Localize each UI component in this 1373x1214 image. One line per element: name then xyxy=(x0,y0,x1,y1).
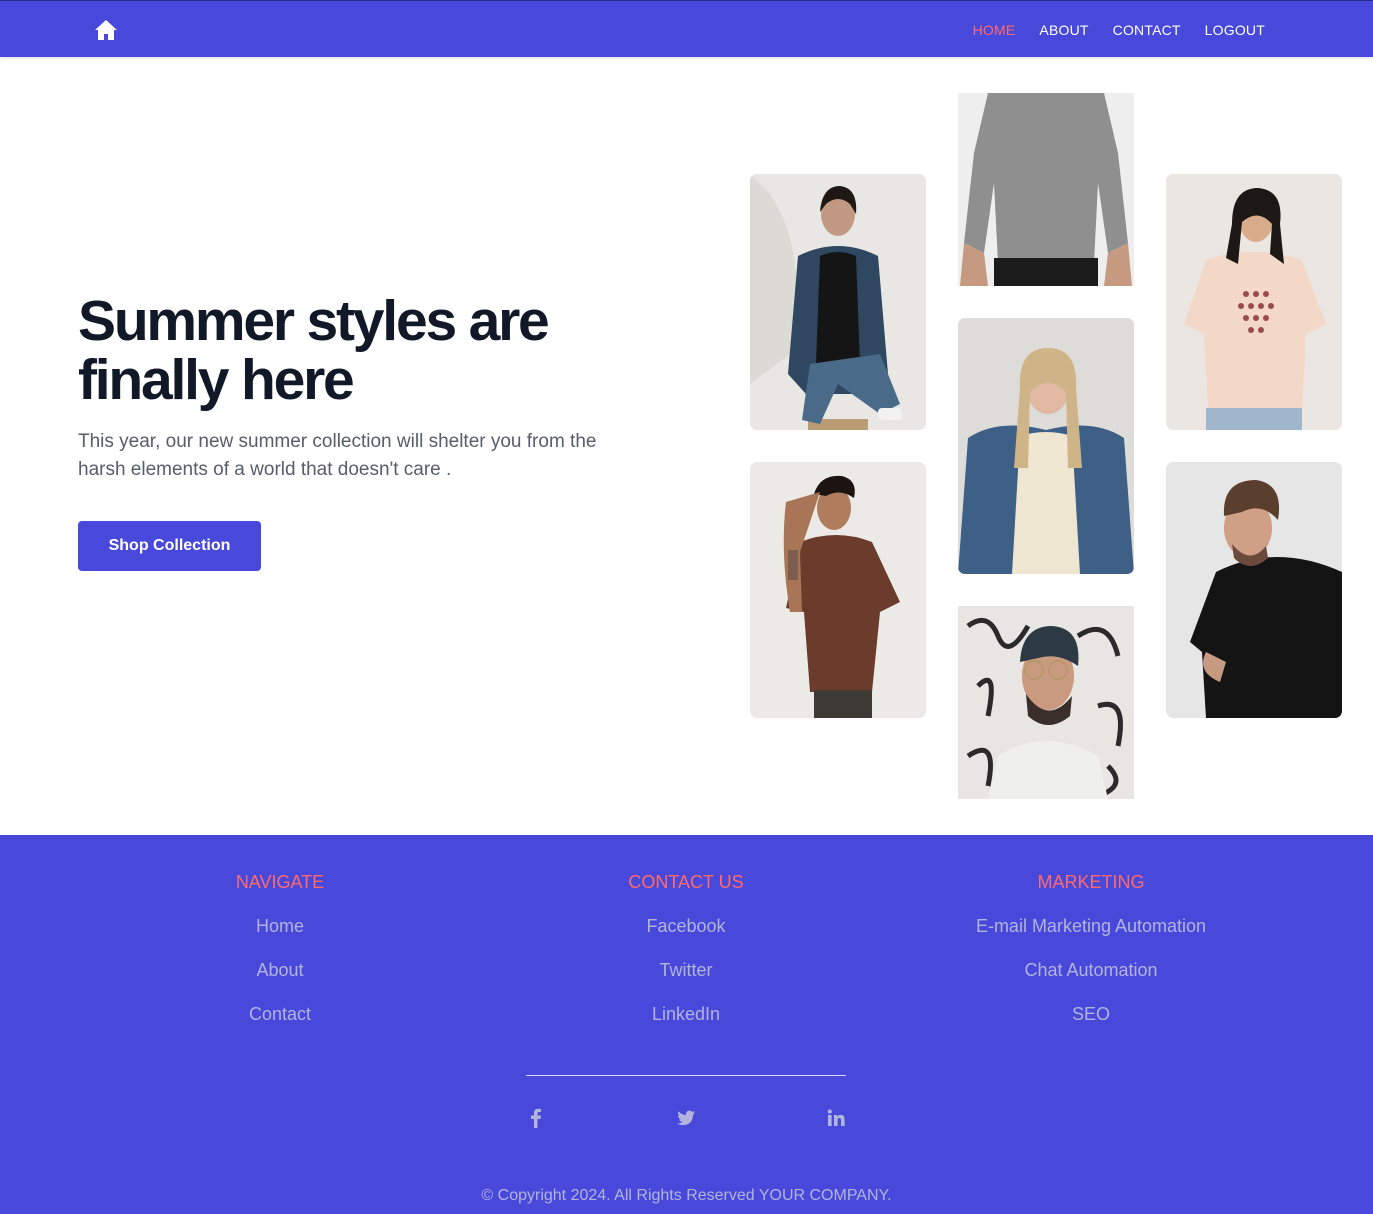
hero-title: Summer styles are finally here xyxy=(78,289,550,412)
footer-link-chat-automation[interactable]: Chat Automation xyxy=(891,960,1291,981)
man-beanie-glasses-photo xyxy=(958,606,1134,799)
man-black-tshirt-photo xyxy=(1166,462,1342,718)
footer-link-contact[interactable]: Contact xyxy=(80,1004,480,1025)
footer-column-title: MARKETING xyxy=(1037,872,1145,892)
blonde-woman-denim-photo xyxy=(958,318,1134,574)
footer-link-email-marketing[interactable]: E-mail Marketing Automation xyxy=(891,916,1291,937)
footer-column-title: NAVIGATE xyxy=(235,872,325,892)
footer-link-about[interactable]: About xyxy=(80,960,480,981)
woman-pink-tshirt-photo xyxy=(1166,174,1342,430)
grey-tshirt-photo xyxy=(958,93,1134,286)
footer-link-seo[interactable]: SEO xyxy=(891,1004,1291,1025)
copyright-text: © Copyright 2024. All Rights Reserved YO… xyxy=(481,1187,892,1204)
footer-divider xyxy=(526,1075,846,1076)
man-brown-tshirt-photo xyxy=(750,462,926,718)
footer-link-facebook[interactable]: Facebook xyxy=(486,916,886,937)
footer-link-linkedin[interactable]: LinkedIn xyxy=(486,1004,886,1025)
footer-link-home[interactable]: Home xyxy=(80,916,480,937)
woman-denim-jacket-photo xyxy=(750,174,926,430)
nav-link-about[interactable]: ABOUT xyxy=(1039,22,1088,38)
footer-column-title: CONTACT US xyxy=(628,872,744,892)
facebook-icon[interactable] xyxy=(525,1107,547,1129)
linkedin-icon[interactable] xyxy=(825,1107,847,1129)
nav-menu: HOME ABOUT CONTACT LOGOUT xyxy=(973,1,1265,58)
top-navbar: HOME ABOUT CONTACT LOGOUT xyxy=(0,0,1373,57)
twitter-icon[interactable] xyxy=(675,1107,697,1129)
nav-link-logout[interactable]: LOGOUT xyxy=(1205,22,1265,38)
hero-description: This year, our new summer collection wil… xyxy=(78,431,597,480)
footer: NAVIGATE Home About Contact CONTACT US F… xyxy=(0,835,1373,1214)
nav-link-home[interactable]: HOME xyxy=(973,22,1016,38)
footer-link-twitter[interactable]: Twitter xyxy=(486,960,886,981)
nav-link-contact[interactable]: CONTACT xyxy=(1113,22,1181,38)
home-icon[interactable] xyxy=(94,19,118,41)
shop-collection-button[interactable]: Shop Collection xyxy=(78,521,261,571)
